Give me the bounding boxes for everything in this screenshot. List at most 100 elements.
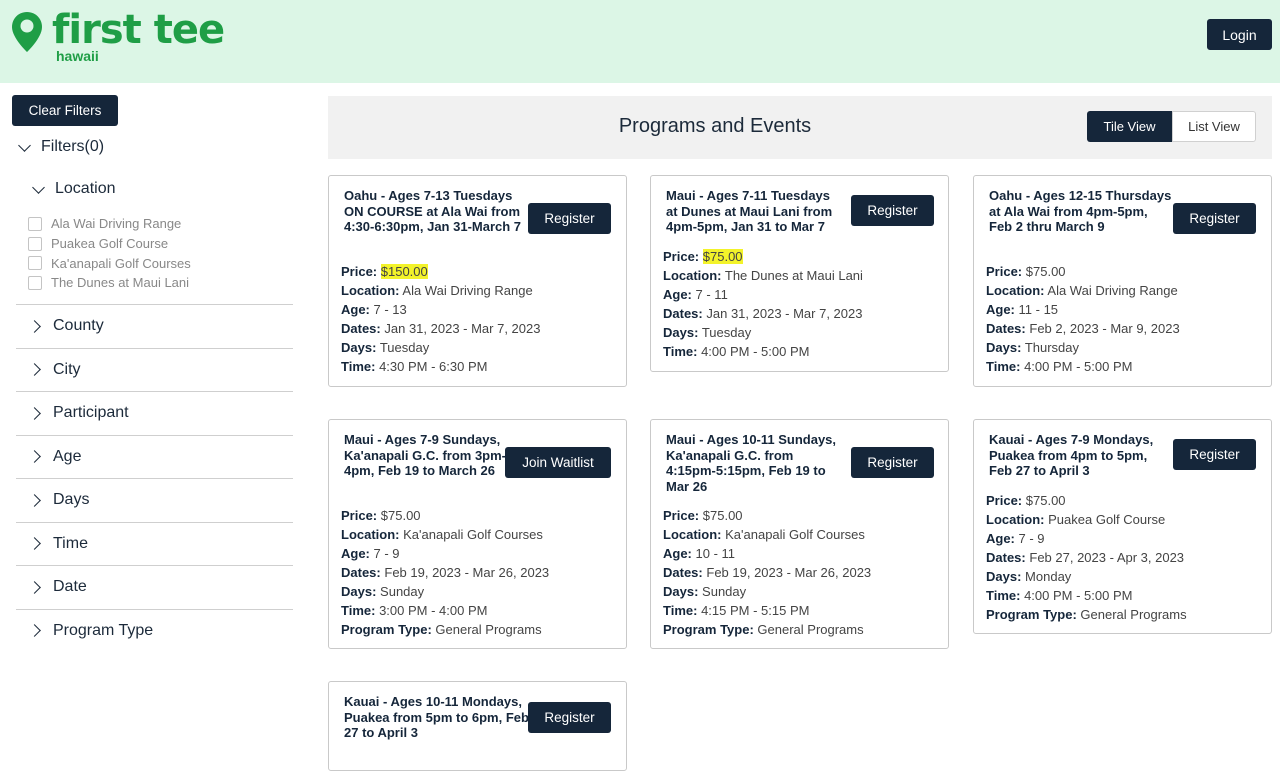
program-title: Maui - Ages 10-11 Sundays, Ka'anapali G.… — [666, 432, 837, 494]
checkbox[interactable] — [28, 216, 42, 231]
price-field: Price: $75.00 — [341, 508, 421, 523]
section-label: Date — [53, 578, 87, 596]
checkbox[interactable] — [28, 236, 42, 251]
location-value: Ala Wai Driving Range — [402, 283, 533, 298]
brand-name: first tee — [52, 7, 225, 53]
days-field: Days: Sunday — [341, 584, 425, 599]
location-option[interactable]: Puakea Golf Course — [28, 234, 191, 254]
program-details: Price: $150.00 Location: Ala Wai Driving… — [341, 262, 540, 376]
program-type-value: General Programs — [757, 622, 864, 637]
time-value: 4:15 PM - 5:15 PM — [701, 603, 810, 618]
program-details: Price: $75.00 Location: Ka'anapali Golf … — [663, 506, 871, 639]
program-title: Maui - Ages 7-11 Tuesdays at Dunes at Ma… — [666, 188, 833, 234]
dates-value: Feb 19, 2023 - Mar 26, 2023 — [384, 565, 550, 580]
dates-field: Dates: Feb 19, 2023 - Mar 26, 2023 — [341, 565, 550, 580]
days-value: Thursday — [1024, 340, 1080, 355]
days-value: Monday — [1025, 569, 1072, 584]
program-card: Kauai - Ages 10-11 Mondays, Puakea from … — [328, 681, 627, 771]
checkbox[interactable] — [28, 256, 42, 271]
dates-value: Feb 2, 2023 - Mar 9, 2023 — [1029, 321, 1180, 336]
section-label: Participant — [53, 404, 129, 422]
location-option[interactable]: The Dunes at Maui Lani — [28, 273, 191, 293]
dates-value: Jan 31, 2023 - Mar 7, 2023 — [706, 306, 863, 321]
tile-view-button[interactable]: Tile View — [1087, 111, 1172, 142]
age-value: 7 - 9 — [1018, 531, 1045, 546]
register-button[interactable]: Register — [851, 195, 934, 226]
chevron-right-icon — [28, 406, 41, 420]
days-field: Days: Monday — [986, 569, 1072, 584]
location-value: Ka'anapali Golf Courses — [725, 527, 865, 542]
location-field: Location: Ka'anapali Golf Courses — [663, 527, 865, 542]
time-field: Time: 4:15 PM - 5:15 PM — [663, 603, 810, 618]
filter-section-date[interactable]: Date — [16, 565, 293, 609]
program-title: Kauai - Ages 10-11 Mondays, Puakea from … — [344, 694, 529, 740]
filter-section-days[interactable]: Days — [16, 478, 293, 522]
filter-section-time[interactable]: Time — [16, 521, 293, 566]
program-title: Oahu - Ages 12-15 Thursdays at Ala Wai f… — [989, 188, 1172, 234]
view-toggle: Tile View List View — [1087, 111, 1256, 142]
age-value: 7 - 13 — [373, 302, 407, 317]
dates-value: Feb 27, 2023 - Apr 3, 2023 — [1029, 550, 1185, 565]
section-label: Program Type — [53, 621, 154, 639]
price-field: Price: $75.00 — [663, 508, 743, 523]
location-field: Location: The Dunes at Maui Lani — [663, 268, 863, 283]
chevron-right-icon — [28, 363, 41, 377]
dates-value: Feb 19, 2023 - Mar 26, 2023 — [706, 565, 872, 580]
filter-sections: County City Participant Age Days Time Da… — [16, 304, 293, 652]
filter-section-participant[interactable]: Participant — [16, 391, 293, 435]
chevron-right-icon — [28, 319, 41, 333]
time-field: Time: 4:00 PM - 5:00 PM — [986, 588, 1133, 603]
time-field: Time: 4:00 PM - 5:00 PM — [986, 359, 1133, 374]
location-field: Location: Puakea Golf Course — [986, 512, 1166, 527]
checkbox[interactable] — [28, 275, 42, 290]
location-option-label: Ala Wai Driving Range — [51, 216, 182, 232]
price-value: $75.00 — [1025, 493, 1066, 508]
price-field: Price: $75.00 — [986, 264, 1066, 279]
register-button[interactable]: Register — [851, 447, 934, 478]
days-value: Tuesday — [379, 340, 430, 355]
location-option[interactable]: Ala Wai Driving Range — [28, 214, 191, 234]
days-field: Days: Tuesday — [341, 340, 430, 355]
program-title: Oahu - Ages 7-13 Tuesdays ON COURSE at A… — [344, 188, 522, 234]
chevron-right-icon — [28, 580, 41, 594]
location-value: Puakea Golf Course — [1048, 512, 1166, 527]
clear-filters-button[interactable]: Clear Filters — [12, 95, 118, 126]
dates-field: Dates: Jan 31, 2023 - Mar 7, 2023 — [663, 306, 863, 321]
program-type-value: General Programs — [435, 622, 542, 637]
location-filter-toggle[interactable]: Location — [30, 178, 116, 200]
register-button[interactable]: Register — [1173, 203, 1256, 234]
page-title: Programs and Events — [618, 115, 812, 137]
program-details: Price: $75.00 Location: Ka'anapali Golf … — [341, 506, 549, 639]
register-button[interactable]: Register — [528, 203, 611, 234]
chevron-down-icon — [18, 138, 31, 152]
location-value: Ka'anapali Golf Courses — [403, 527, 543, 542]
location-option[interactable]: Ka'anapali Golf Courses — [28, 253, 191, 273]
join-waitlist-button[interactable]: Join Waitlist — [505, 447, 611, 478]
location-field: Location: Ala Wai Driving Range — [341, 283, 533, 298]
list-view-button[interactable]: List View — [1172, 111, 1256, 142]
age-field: Age: 7 - 13 — [341, 302, 407, 317]
time-value: 4:00 PM - 5:00 PM — [701, 344, 810, 359]
program-type-field: Program Type: General Programs — [663, 622, 864, 637]
filter-section-county[interactable]: County — [16, 304, 293, 348]
login-button[interactable]: Login — [1207, 19, 1272, 50]
section-label: Age — [53, 447, 82, 465]
brand-sub: hawaii — [56, 48, 99, 64]
filter-section-age[interactable]: Age — [16, 434, 293, 479]
filters-toggle[interactable]: Filters(0) — [16, 136, 104, 158]
section-label: Time — [53, 534, 88, 552]
time-value: 4:00 PM - 5:00 PM — [1024, 359, 1133, 374]
price-value: $150.00 — [380, 264, 428, 279]
time-field: Time: 4:30 PM - 6:30 PM — [341, 359, 488, 374]
filter-section-city[interactable]: City — [16, 347, 293, 392]
program-card: Maui - Ages 10-11 Sundays, Ka'anapali G.… — [650, 419, 949, 649]
filter-section-program-type[interactable]: Program Type — [16, 608, 293, 653]
register-button[interactable]: Register — [528, 702, 611, 733]
program-card: Oahu - Ages 7-13 Tuesdays ON COURSE at A… — [328, 175, 627, 387]
location-options: Ala Wai Driving Range Puakea Golf Course… — [28, 214, 191, 293]
price-field: Price: $150.00 — [341, 264, 428, 279]
program-type-field: Program Type: General Programs — [986, 607, 1187, 622]
chevron-right-icon — [28, 624, 41, 638]
dates-field: Dates: Feb 27, 2023 - Apr 3, 2023 — [986, 550, 1185, 565]
register-button[interactable]: Register — [1173, 439, 1256, 470]
